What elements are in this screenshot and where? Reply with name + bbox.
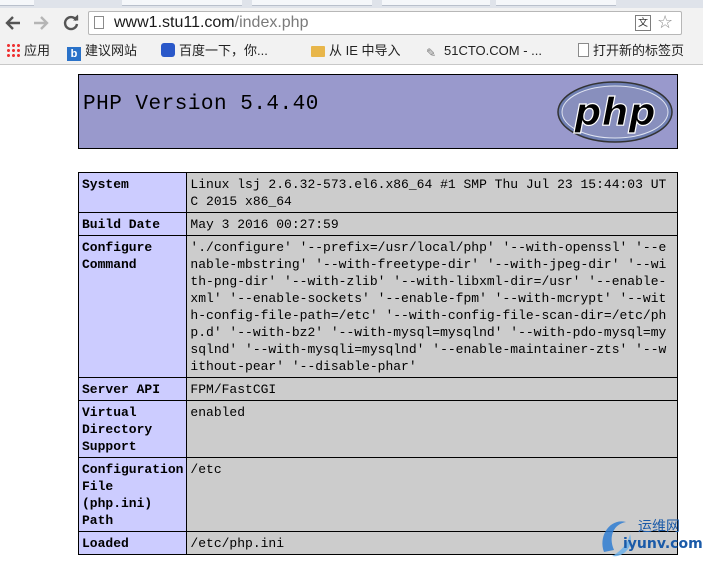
table-row: Loaded /etc/php.ini [77,531,678,555]
row-key: Configuration File (php.ini) Path [77,457,188,532]
reload-button[interactable] [60,12,82,34]
translate-icon[interactable]: 文 [635,15,651,31]
php-logo-text: php [573,90,655,134]
php-logo[interactable]: php [557,81,673,143]
forward-arrow-icon [34,16,49,30]
watermark-line1: 运维网 [638,519,680,535]
url-path: /index.php [234,14,309,31]
php-info-table: System Linux lsj 2.6.32-573.el6.x86_64 #… [77,172,678,555]
table-row: Server API FPM/FastCGI [77,377,678,401]
bookmarks-bar: 应用 b 建议网站 百度一下，你... 从 IE 中导入 ✎ 51CTO.COM -… [0,38,703,65]
back-arrow-icon [5,16,20,30]
bookmark-label: 百度一下，你... [179,43,268,58]
page-title: PHP Version 5.4.40 [83,93,319,116]
browser-toolbar: www1.stu11.com/index.php 文 ☆ [0,8,703,38]
table-row: Configure Command './configure' '--prefi… [77,235,678,378]
site-watermark: 运维网 iyunv.com [598,512,703,562]
bookmark-label: 建议网站 [85,43,138,58]
row-value: FPM/FastCGI [186,377,678,401]
bookmark-label: 从 IE 中导入 [329,43,401,58]
bookmark-label: 应用 [24,43,51,58]
row-value: May 3 2016 00:27:59 [186,212,678,236]
page-icon [578,43,589,57]
paperclip-icon: ✎ [426,46,437,60]
table-row: Configuration File (php.ini) Path /etc [77,457,678,532]
row-key: Build Date [77,212,188,236]
page-content: PHP Version 5.4.40 php System Linux lsj … [0,65,703,562]
url-text: www1.stu11.com/index.php [114,14,308,32]
bookmark-label: 51CTO.COM - ... [444,43,542,58]
table-row: System Linux lsj 2.6.32-573.el6.x86_64 #… [77,172,678,213]
tab[interactable] [252,0,372,6]
row-key: Server API [77,377,188,401]
bookmark-star-icon[interactable]: ☆ [657,12,673,34]
row-value: enabled [186,400,678,458]
tab-strip [0,0,703,8]
tab[interactable] [122,0,242,6]
tab[interactable] [496,0,616,6]
bookmark-label: 打开新的标签页 [593,43,685,58]
forward-button[interactable] [30,12,52,34]
bookmark-import-ie[interactable]: 从 IE 中导入 [311,42,401,60]
row-key: Virtual Directory Support [77,400,188,458]
php-version-header: PHP Version 5.4.40 php [78,74,678,149]
table-row: Build Date May 3 2016 00:27:59 [77,212,678,236]
tab[interactable] [0,0,34,6]
back-button[interactable] [2,12,24,34]
row-key: Configure Command [77,235,188,378]
bookmark-baidu[interactable]: 百度一下，你... [161,42,268,60]
watermark-line2: iyunv.com [623,536,703,552]
row-key: Loaded [77,531,188,555]
tab[interactable] [382,0,490,6]
apps-grid-icon [6,43,20,57]
reload-icon [63,14,79,31]
row-value: './configure' '--prefix=/usr/local/php' … [186,235,678,378]
row-value: Linux lsj 2.6.32-573.el6.x86_64 #1 SMP T… [186,172,678,213]
folder-icon [311,46,325,57]
bookmark-apps[interactable]: 应用 [6,42,50,60]
table-row: Virtual Directory Support enabled [77,400,678,458]
bookmark-new-tab[interactable]: 打开新的标签页 [578,42,684,60]
page-icon [94,16,104,29]
bing-icon: b [67,47,81,61]
url-host: www1.stu11.com [114,14,235,31]
row-key: System [77,172,188,213]
baidu-paw-icon [161,43,175,57]
bookmark-suggested-sites[interactable]: b 建议网站 [67,42,138,61]
address-bar[interactable]: www1.stu11.com/index.php 文 ☆ [88,11,682,35]
bookmark-51cto[interactable]: ✎ 51CTO.COM - ... [426,42,542,60]
